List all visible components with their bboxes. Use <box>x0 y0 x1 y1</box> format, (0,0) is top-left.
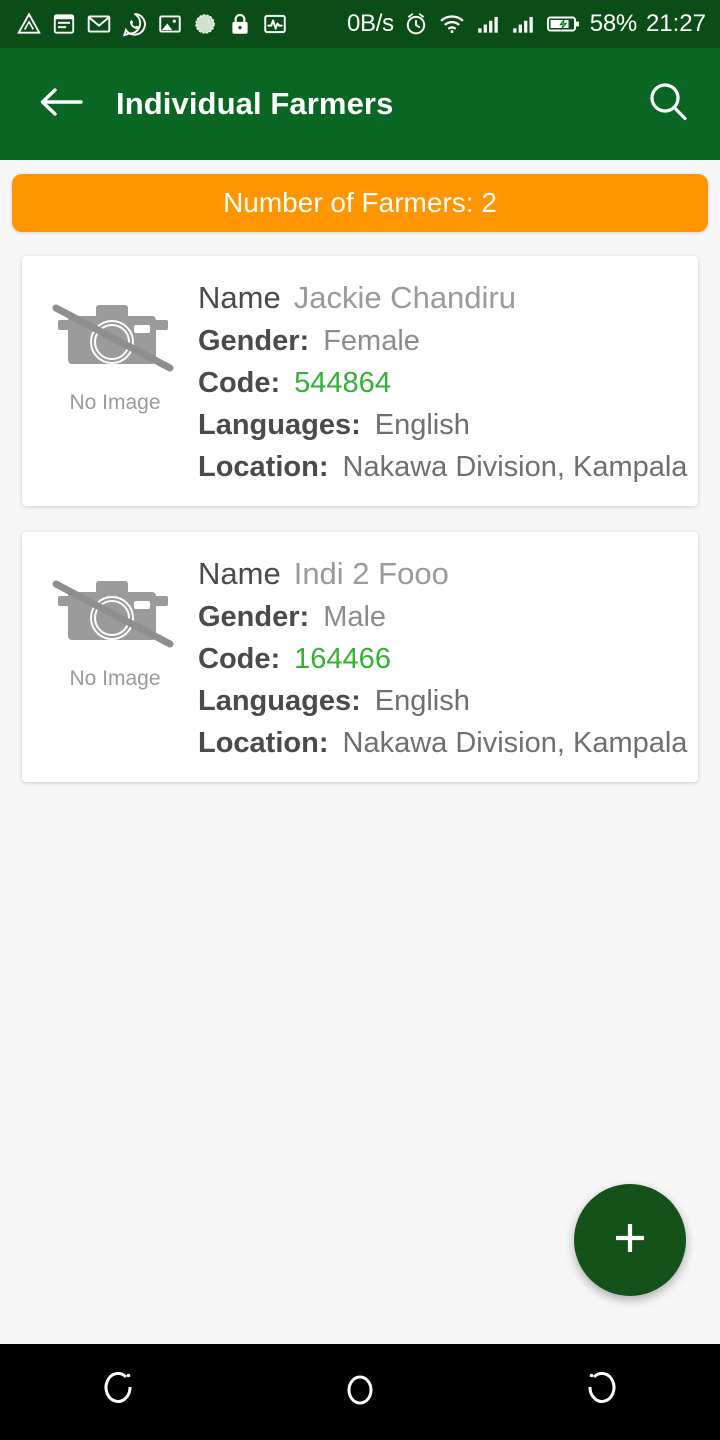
languages-value: English <box>374 685 470 717</box>
farmer-count-text: Number of Farmers: 2 <box>223 187 497 218</box>
location-label: Location: <box>198 727 329 759</box>
system-navigation-bar <box>0 1344 720 1440</box>
farmer-list: No Image Name Jackie Chandiru Gender: Fe… <box>0 232 720 782</box>
no-image-label: No Image <box>69 667 161 690</box>
recents-icon <box>99 1367 141 1418</box>
status-bar-right: 0B/s 58% 21:27 <box>347 10 706 38</box>
triangle-alert-icon <box>16 11 42 37</box>
app-bar: Individual Farmers <box>0 48 720 160</box>
name-value: Indi 2 Fooo <box>293 556 449 591</box>
farmer-code-row: Code: 164466 <box>198 643 688 676</box>
location-value: Nakawa Division, Kampala <box>342 727 688 759</box>
farmer-location-row: Location: Nakawa Division, Kampala <box>198 727 688 760</box>
farmer-count-banner[interactable]: Number of Farmers: 2 <box>12 174 708 232</box>
name-label: Name <box>198 556 281 591</box>
farmer-languages-row: Languages: English <box>198 409 688 442</box>
no-image-camera-icon <box>50 568 180 665</box>
farmer-gender-row: Gender: Male <box>198 601 688 634</box>
back-button[interactable] <box>34 77 88 131</box>
location-value: Nakawa Division, Kampala <box>342 451 688 483</box>
banner-container: Number of Farmers: 2 <box>0 160 720 232</box>
status-bar-left-icons <box>16 11 288 38</box>
farmer-photo-placeholder: No Image <box>40 278 190 415</box>
languages-value: English <box>374 409 470 441</box>
farmer-code-row: Code: 544864 <box>198 367 688 400</box>
code-value: 164466 <box>294 643 391 675</box>
farmer-gender-row: Gender: Female <box>198 325 688 358</box>
gmail-icon <box>86 11 112 37</box>
farmer-location-row: Location: Nakawa Division, Kampala <box>198 451 688 484</box>
code-label: Code: <box>198 367 281 399</box>
battery-charging-icon <box>545 12 581 36</box>
activity-pulse-icon <box>262 11 288 37</box>
gender-value: Female <box>323 325 420 357</box>
code-value: 544864 <box>294 367 391 399</box>
recents-button[interactable] <box>75 1357 165 1427</box>
add-farmer-fab[interactable] <box>574 1184 686 1296</box>
status-bar: 0B/s 58% 21:27 <box>0 0 720 48</box>
code-label: Code: <box>198 643 281 675</box>
home-circle-icon <box>338 1367 382 1418</box>
no-image-label: No Image <box>69 391 161 414</box>
farmer-card[interactable]: No Image Name Jackie Chandiru Gender: Fe… <box>22 256 698 506</box>
farmer-photo-placeholder: No Image <box>40 554 190 691</box>
farmer-details: Name Jackie Chandiru Gender: Female Code… <box>190 278 688 484</box>
arrow-left-icon <box>38 85 84 124</box>
farmer-card[interactable]: No Image Name Indi 2 Fooo Gender: Male C… <box>22 532 698 782</box>
gender-label: Gender: <box>198 325 310 357</box>
gallery-icon <box>157 11 183 37</box>
clock-text: 21:27 <box>645 10 706 37</box>
gender-value: Male <box>323 601 387 633</box>
phone-screen: 0B/s 58% 21:27 Individual Farmers Number… <box>0 0 720 1440</box>
languages-label: Languages: <box>198 409 361 441</box>
languages-label: Languages: <box>198 685 361 717</box>
page-title: Individual Farmers <box>116 86 394 121</box>
farmer-details: Name Indi 2 Fooo Gender: Male Code: 1644… <box>190 554 688 760</box>
alarm-icon <box>403 11 429 37</box>
back-arc-icon <box>579 1367 621 1418</box>
signal-icon-1 <box>475 11 501 37</box>
farmer-languages-row: Languages: English <box>198 685 688 718</box>
home-button[interactable] <box>315 1357 405 1427</box>
network-speed-text: 0B/s <box>346 10 394 37</box>
signal-icon-2 <box>510 11 536 37</box>
back-button-nav[interactable] <box>555 1357 645 1427</box>
circle-dotted-icon <box>192 11 218 37</box>
search-button[interactable] <box>638 74 698 134</box>
location-label: Location: <box>198 451 329 483</box>
wifi-icon <box>438 11 466 37</box>
name-label: Name <box>198 280 281 315</box>
no-image-camera-icon <box>50 292 180 389</box>
gender-label: Gender: <box>198 601 310 633</box>
battery-percent-text: 58% <box>589 10 637 37</box>
search-icon <box>645 79 691 130</box>
farmer-name-row: Name Jackie Chandiru <box>198 280 688 316</box>
lock-icon <box>227 11 253 37</box>
notes-icon <box>51 11 77 37</box>
whatsapp-icon <box>121 11 148 38</box>
farmer-name-row: Name Indi 2 Fooo <box>198 556 688 592</box>
name-value: Jackie Chandiru <box>293 280 516 315</box>
plus-icon <box>606 1214 654 1267</box>
